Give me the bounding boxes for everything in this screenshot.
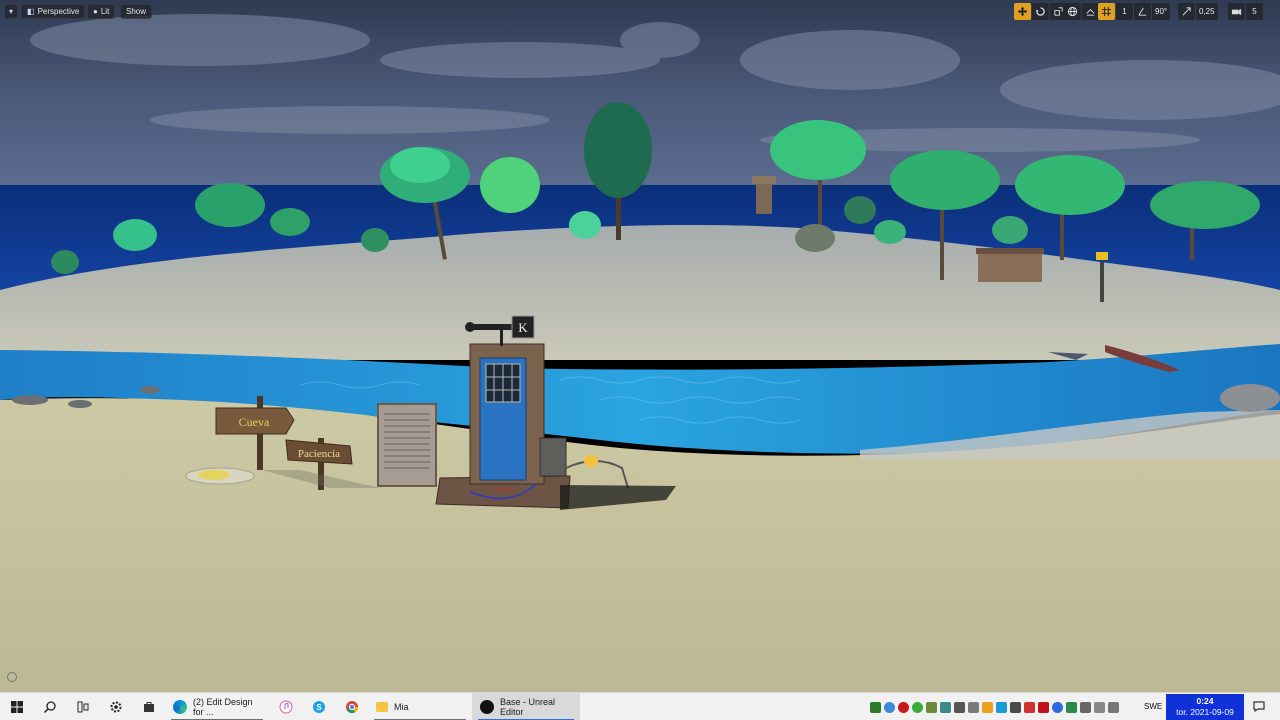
settings-tray-icon[interactable] [954, 701, 965, 713]
rotation-snap-group: 90° [1134, 3, 1171, 20]
taskbar-app-itunes[interactable] [269, 693, 302, 720]
search-icon [43, 700, 56, 713]
rotate-tool-button[interactable] [1032, 3, 1049, 20]
perspective-label: Perspective [37, 7, 80, 16]
network-globe-icon[interactable] [884, 701, 895, 713]
task-view-icon [77, 701, 88, 712]
taskbar-app-edge[interactable]: (2) Edit Design for ... [165, 693, 269, 720]
camera-speed-group: 5 [1228, 3, 1263, 20]
nvidia-icon[interactable] [870, 701, 881, 713]
perspective-button[interactable]: ◧ Perspective [21, 4, 86, 19]
status-green-icon[interactable] [912, 701, 923, 713]
svg-text:Paciencia: Paciencia [298, 448, 340, 460]
windows-logo-icon [10, 700, 23, 713]
taskbar-app-explorer[interactable]: Mia [368, 693, 472, 720]
surface-snap-button[interactable] [1082, 3, 1099, 20]
security-icon[interactable] [1066, 701, 1077, 713]
edge-icon [173, 699, 187, 714]
translate-tool-button[interactable] [1014, 3, 1031, 20]
perspective-icon: ◧ [27, 6, 35, 16]
start-button[interactable] [0, 693, 33, 720]
globe-icon [1067, 6, 1078, 17]
battery-icon[interactable] [1108, 701, 1119, 713]
system-tray [870, 693, 1119, 720]
app-red-icon[interactable] [1024, 701, 1035, 713]
scale-snap-group: 0,25 [1178, 3, 1218, 20]
svg-text:K: K [518, 320, 528, 335]
chrome-icon [345, 700, 358, 713]
scale-arrow-icon [1182, 7, 1191, 16]
store-button[interactable] [132, 693, 165, 720]
input-language[interactable]: SWE [1144, 702, 1162, 711]
taskbar-app-skype[interactable]: S [302, 693, 335, 720]
grid-snap-group: 1 [1098, 3, 1133, 20]
folder-icon [376, 701, 388, 712]
camera-speed-button[interactable] [1228, 3, 1245, 20]
clock-time: 0:24 [1196, 696, 1214, 706]
viewport-axis-icon [7, 672, 17, 682]
bluetooth-icon[interactable] [1052, 701, 1063, 713]
lit-label: Lit [100, 7, 110, 16]
scale-snap-toggle[interactable] [1178, 3, 1195, 20]
app-orange-icon[interactable] [982, 701, 993, 713]
view-mode-button[interactable]: ● Lit [87, 4, 116, 19]
taskbar-app-unreal[interactable]: Base - Unreal Editor [472, 692, 580, 720]
gear-icon [110, 701, 121, 712]
rotation-snap-toggle[interactable] [1134, 3, 1151, 20]
world-local-toggle[interactable] [1064, 3, 1081, 20]
scale-icon [1054, 7, 1063, 16]
taskbar-app-chrome[interactable] [335, 693, 368, 720]
explorer-app-label: Mia [394, 701, 409, 712]
grid-snap-value[interactable]: 1 [1116, 3, 1133, 20]
move-arrows-icon [1017, 6, 1028, 17]
desktop-screen: Cueva Paciencia K E Y K ▾ ◧ Perspective … [0, 0, 1280, 720]
task-view-button[interactable] [66, 693, 99, 720]
taskbar-clock[interactable]: 0:24 tor. 2021-09-09 [1166, 694, 1244, 720]
app-blue-icon[interactable] [996, 701, 1007, 713]
dropdown-triangle-icon: ▾ [8, 6, 13, 16]
island-scene[interactable]: Cueva Paciencia K E Y K [0, 0, 1280, 692]
record-icon[interactable] [898, 701, 909, 713]
angle-icon [1138, 7, 1147, 16]
wifi-icon[interactable] [1080, 701, 1091, 713]
windows-taskbar: (2) Edit Design for ... S Mia Base - Unr… [0, 692, 1280, 720]
edge-app-label: (2) Edit Design for ... [193, 696, 253, 717]
svg-text:S: S [316, 703, 322, 712]
rotation-snap-value[interactable]: 90° [1152, 3, 1171, 20]
level-viewport[interactable]: Cueva Paciencia K E Y K ▾ ◧ Perspective … [0, 0, 1280, 692]
skype-icon: S [312, 700, 325, 713]
scale-snap-value[interactable]: 0,25 [1196, 3, 1218, 20]
unreal-engine-icon [480, 699, 494, 714]
music-icon [279, 700, 292, 713]
svg-text:K E Y: K E Y [497, 488, 512, 494]
search-button[interactable] [33, 693, 66, 720]
surface-snap-icon [1086, 9, 1095, 16]
grid-snap-toggle[interactable] [1098, 3, 1115, 20]
sync-icon[interactable] [940, 701, 951, 713]
settings-button[interactable] [99, 693, 132, 720]
camera-icon [1231, 8, 1242, 16]
unreal-app-label: Base - Unreal Editor [500, 696, 556, 717]
viewport-options-button[interactable]: ▾ [4, 4, 18, 19]
app-tray-icon[interactable] [926, 701, 937, 713]
notice-board [377, 403, 437, 487]
clock-date: tor. 2021-09-09 [1176, 707, 1234, 717]
svg-text:Cueva: Cueva [239, 415, 270, 429]
speaker-icon[interactable] [1094, 701, 1105, 713]
transform-tools [1014, 3, 1067, 20]
show-label: Show [126, 7, 147, 16]
show-flags-button[interactable]: Show [120, 4, 153, 19]
grid-icon [1101, 6, 1112, 17]
camera-speed-value[interactable]: 5 [1246, 3, 1263, 20]
cloud-icon[interactable] [1010, 701, 1021, 713]
display-icon[interactable] [968, 701, 979, 713]
sphere-icon: ● [93, 6, 98, 16]
store-icon [143, 701, 154, 712]
bitdefender-icon[interactable] [1038, 701, 1049, 713]
rotate-icon [1035, 7, 1045, 16]
notifications-icon[interactable] [1252, 699, 1266, 713]
coordinate-tools [1064, 3, 1099, 20]
